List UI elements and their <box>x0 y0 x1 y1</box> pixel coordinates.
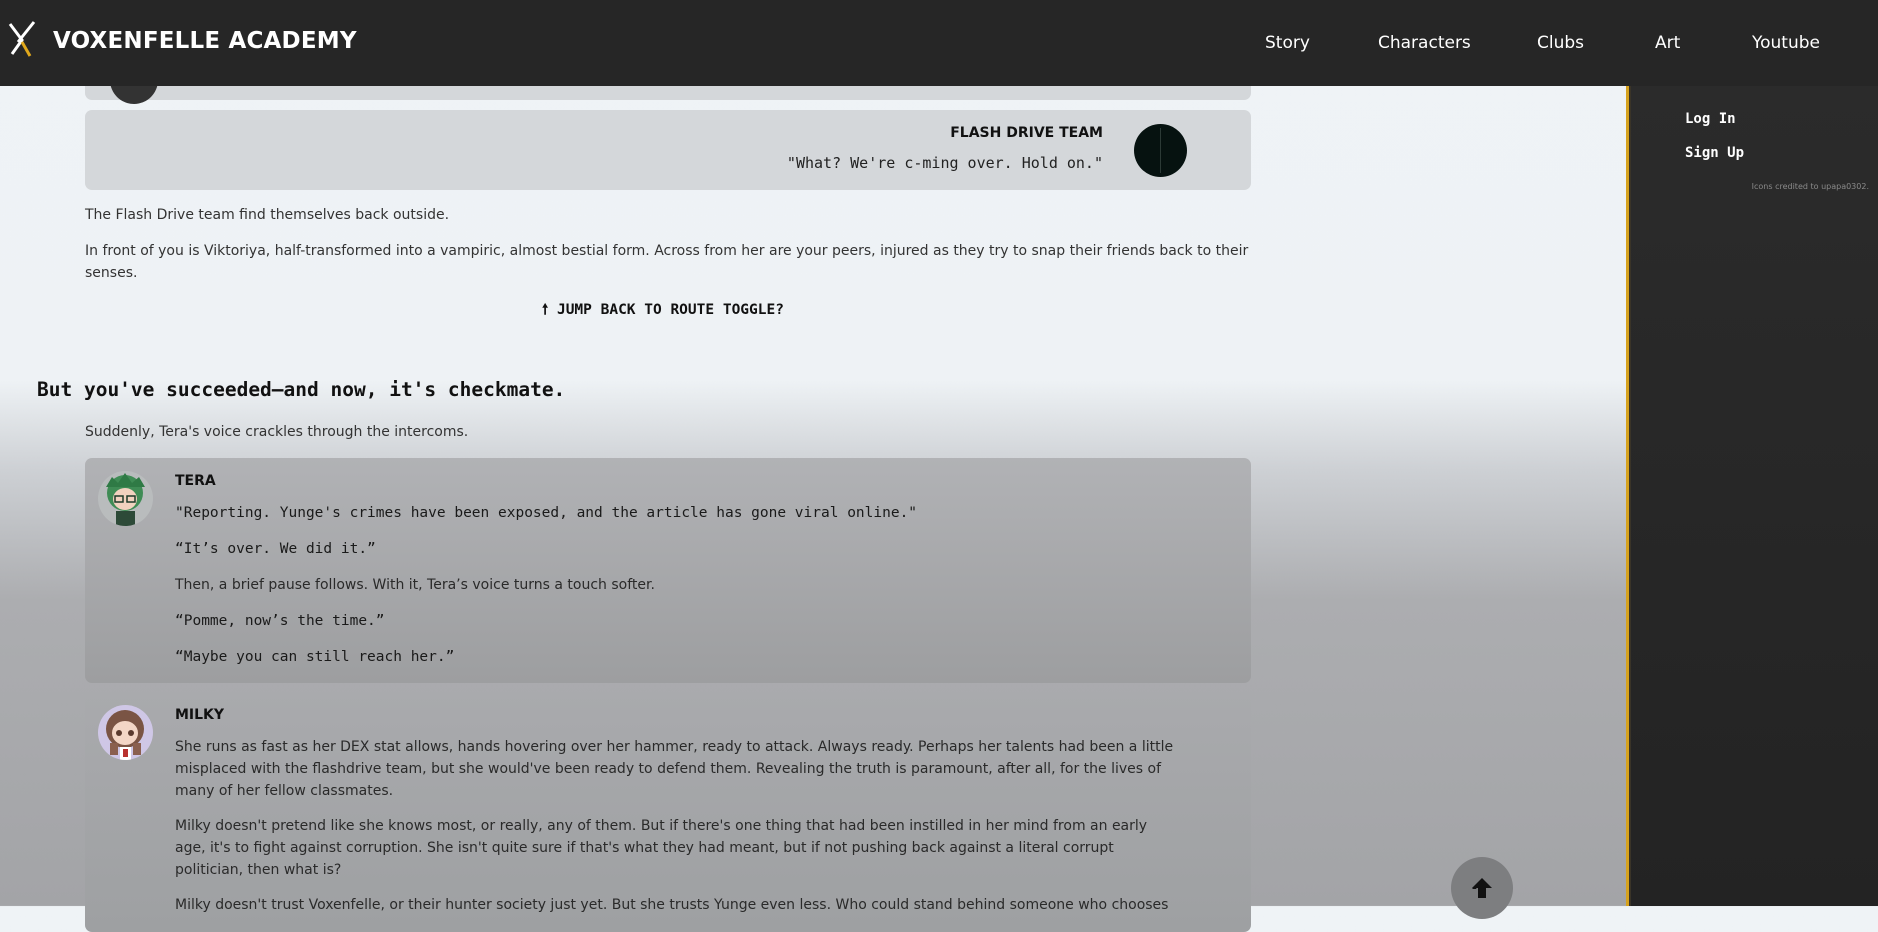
dialogue-card-milky: MILKY She runs as fast as her DEX stat a… <box>85 692 1251 932</box>
narration-line: senses. <box>85 265 138 281</box>
dialogue-card-flash-drive-team: FLASH DRIVE TEAM "What? We're c-ming ove… <box>85 110 1251 190</box>
narration-paragraph: She runs as fast as her DEX stat allows,… <box>175 739 1174 799</box>
dialogue-line: “Pomme, now’s the time.” <box>175 613 385 629</box>
avatar-tera <box>98 471 153 526</box>
narration-line: Then, a brief pause follows. With it, Te… <box>175 577 655 593</box>
narration-paragraph: Milky doesn't pretend like she knows mos… <box>175 818 1148 878</box>
avatar-milky <box>98 705 153 760</box>
arrow-up-icon <box>1472 878 1492 898</box>
nav-story[interactable]: Story <box>1265 33 1310 53</box>
narration-line: In front of you is Viktoriya, half-trans… <box>85 243 1249 259</box>
narration-paragraph: Suddenly, Tera's voice crackles through … <box>85 424 469 440</box>
dialogue-line: “Maybe you can still reach her.” <box>175 649 455 665</box>
speaker-name: TERA <box>175 473 216 489</box>
nav-art[interactable]: Art <box>1655 33 1680 53</box>
scroll-to-top-button[interactable] <box>1451 857 1513 919</box>
dialogue-line: “It’s over. We did it.” <box>175 541 376 557</box>
icon-credits: Icons credited to upapa0302. <box>1751 182 1869 191</box>
avatar <box>1134 124 1187 177</box>
speaker-name: MILKY <box>175 707 225 723</box>
section-heading: But you've succeeded—and now, it's check… <box>37 378 566 401</box>
jump-back-link[interactable]: 🠕 JUMP BACK TO ROUTE TOGGLE? <box>542 299 784 324</box>
narration-paragraph: In front of you is Viktoriya, half-trans… <box>85 240 1265 284</box>
dialogue-line: "Reporting. Yunge's crimes have been exp… <box>175 505 918 521</box>
narration-paragraph: The Flash Drive team find themselves bac… <box>85 207 450 223</box>
nav-characters[interactable]: Characters <box>1378 33 1471 53</box>
nav-youtube[interactable]: Youtube <box>1752 33 1820 53</box>
site-title[interactable]: VOXENFELLE ACADEMY <box>53 28 357 54</box>
jump-back-label: JUMP BACK TO ROUTE TOGGLE? <box>556 302 784 318</box>
sidebar: Log In Sign Up Icons credited to upapa03… <box>1626 86 1878 906</box>
signup-link[interactable]: Sign Up <box>1685 145 1744 161</box>
dialogue-card-tera: TERA "Reporting. Yunge's crimes have bee… <box>85 458 1251 683</box>
login-link[interactable]: Log In <box>1685 111 1736 127</box>
top-navbar: VOXENFELLE ACADEMY Story Characters Club… <box>0 0 1878 86</box>
narration-paragraph: Milky doesn't trust Voxenfelle, or their… <box>175 897 1169 913</box>
arrow-up-icon: 🠕 <box>542 302 549 318</box>
voxenfelle-logo-icon[interactable] <box>8 20 36 58</box>
dialogue-line: "What? We're c-ming over. Hold on." <box>786 154 1103 172</box>
nav-clubs[interactable]: Clubs <box>1537 33 1584 53</box>
speaker-name: FLASH DRIVE TEAM <box>950 125 1103 141</box>
